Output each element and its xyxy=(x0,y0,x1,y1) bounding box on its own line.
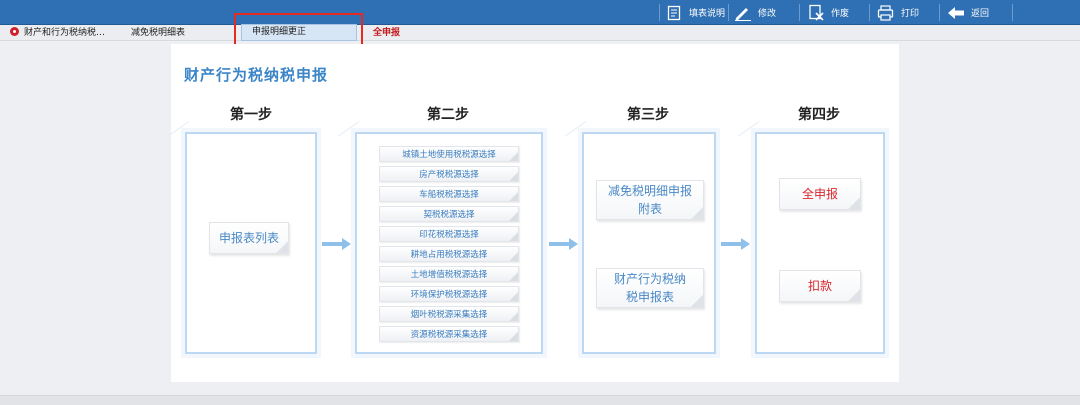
page-curl xyxy=(848,289,860,301)
full-declaration-card[interactable]: 全申报 xyxy=(779,178,861,210)
step-2-column: 城镇土地使用税税源选择 房产税税源选择 车船税税源选择 契税税源选择 印花税税源… xyxy=(355,132,543,354)
toolbar-separator xyxy=(728,4,729,21)
tab-label: 全申报 xyxy=(373,28,401,38)
tab-label: 减免税明细表 xyxy=(131,28,186,38)
tax-source-item[interactable]: 房产税税源选择 xyxy=(379,166,519,182)
document-icon xyxy=(664,3,683,22)
toolbar-separator xyxy=(659,4,660,21)
print-label: 打印 xyxy=(901,9,920,19)
tax-source-label: 城镇土地使用税税源选择 xyxy=(402,150,496,160)
tax-source-item[interactable]: 契税税源选择 xyxy=(379,206,519,222)
toolbar-separator xyxy=(1012,4,1013,21)
toolbar-separator xyxy=(799,4,800,21)
tax-source-label: 耕地占用税税源选择 xyxy=(410,250,488,260)
tax-source-label: 契税税源选择 xyxy=(423,210,475,220)
void-doc-icon xyxy=(806,3,825,22)
card-label: 财产行为税纳税申报表 xyxy=(613,272,686,304)
main-panel: 财产行为税纳税申报 第一步 第二步 第三步 第四步 申报表列表 城镇土地使用税税… xyxy=(171,44,899,382)
tax-source-item[interactable]: 印花税税源选择 xyxy=(379,226,519,242)
page-curl xyxy=(509,172,518,181)
back-arrow-icon xyxy=(946,3,965,22)
page-curl xyxy=(848,197,860,209)
step-3-title: 第三步 xyxy=(627,107,669,123)
tab-full-declaration[interactable]: 全申报 xyxy=(373,25,400,41)
arrow-right-icon xyxy=(322,238,351,250)
page-title: 财产行为税纳税申报 xyxy=(184,66,329,84)
exemption-attachment-card[interactable]: 减免税明细申报附表 xyxy=(596,180,704,220)
tab-exemption-details[interactable]: 减免税明细表 xyxy=(131,25,185,41)
deduction-card[interactable]: 扣款 xyxy=(779,270,861,302)
printer-icon xyxy=(876,3,895,22)
void-label: 作废 xyxy=(831,9,850,19)
tab-property-behavior-tax[interactable]: 财产和行为税纳税… xyxy=(10,25,105,41)
print-button[interactable]: 打印 xyxy=(876,2,919,23)
step-1-title: 第一步 xyxy=(230,107,272,123)
modify-button[interactable]: 修改 xyxy=(733,2,776,23)
card-label: 全申报 xyxy=(801,187,838,201)
tax-source-label: 房产税税源选择 xyxy=(419,170,479,180)
step-3-column: 减免税明细申报附表 财产行为税纳税申报表 xyxy=(582,132,716,354)
tax-source-label: 烟叶税税源采集选择 xyxy=(410,310,488,320)
page-curl xyxy=(509,252,518,261)
tax-source-item[interactable]: 车船税税源选择 xyxy=(379,186,519,202)
property-tax-return-card[interactable]: 财产行为税纳税申报表 xyxy=(596,268,704,308)
gear-icon xyxy=(10,27,19,36)
page-curl xyxy=(509,232,518,241)
tab-label: 财产和行为税纳税… xyxy=(24,28,106,38)
page-curl xyxy=(691,295,703,307)
arrow-right-icon xyxy=(721,238,750,250)
declaration-list-card[interactable]: 申报表列表 xyxy=(209,222,289,254)
top-toolbar: 填表说明 修改 作废 打印 返回 xyxy=(0,0,1080,25)
tax-source-item[interactable]: 烟叶税税源采集选择 xyxy=(379,306,519,322)
page-curl xyxy=(276,241,288,253)
card-label: 扣款 xyxy=(807,279,832,293)
tax-source-label: 印花税税源选择 xyxy=(419,230,479,240)
page-curl xyxy=(509,212,518,221)
card-label: 申报表列表 xyxy=(218,231,279,245)
tax-source-label: 环境保护税税源选择 xyxy=(410,290,488,300)
tax-source-item[interactable]: 城镇土地使用税税源选择 xyxy=(379,146,519,162)
tax-source-item[interactable]: 资源税税源采集选择 xyxy=(379,326,519,342)
page-curl xyxy=(509,152,518,161)
tax-source-item[interactable]: 环境保护税税源选择 xyxy=(379,286,519,302)
tax-source-label: 车船税税源选择 xyxy=(419,190,479,200)
page-curl xyxy=(691,207,703,219)
page-curl xyxy=(509,312,518,321)
step-1-column: 申报表列表 xyxy=(185,132,317,354)
step-2-title: 第二步 xyxy=(427,107,469,123)
toolbar-separator xyxy=(869,4,870,21)
arrow-right-icon xyxy=(549,238,578,250)
back-label: 返回 xyxy=(971,9,990,19)
status-bar xyxy=(0,395,1080,405)
pencil-icon xyxy=(733,3,752,22)
back-button[interactable]: 返回 xyxy=(946,2,989,23)
page-curl xyxy=(509,192,518,201)
modify-label: 修改 xyxy=(758,9,777,19)
tax-source-label: 资源税税源采集选择 xyxy=(410,330,488,340)
page-curl xyxy=(509,332,518,341)
card-label: 减免税明细申报附表 xyxy=(607,184,692,216)
page-curl xyxy=(509,292,518,301)
void-button[interactable]: 作废 xyxy=(806,2,849,23)
tax-source-item[interactable]: 耕地占用税税源选择 xyxy=(379,246,519,262)
page-curl xyxy=(509,272,518,281)
fill-instructions-button[interactable]: 填表说明 xyxy=(664,2,725,23)
fill-instructions-label: 填表说明 xyxy=(689,9,726,19)
step-4-column: 全申报 扣款 xyxy=(755,132,885,354)
tab-bar: 财产和行为税纳税… 减免税明细表 申报明细更正 全申报 xyxy=(0,24,1080,41)
tax-source-item[interactable]: 土地增值税税源选择 xyxy=(379,266,519,282)
tax-source-label: 土地增值税税源选择 xyxy=(410,270,488,280)
toolbar-separator xyxy=(939,4,940,21)
step-4-title: 第四步 xyxy=(798,107,840,123)
